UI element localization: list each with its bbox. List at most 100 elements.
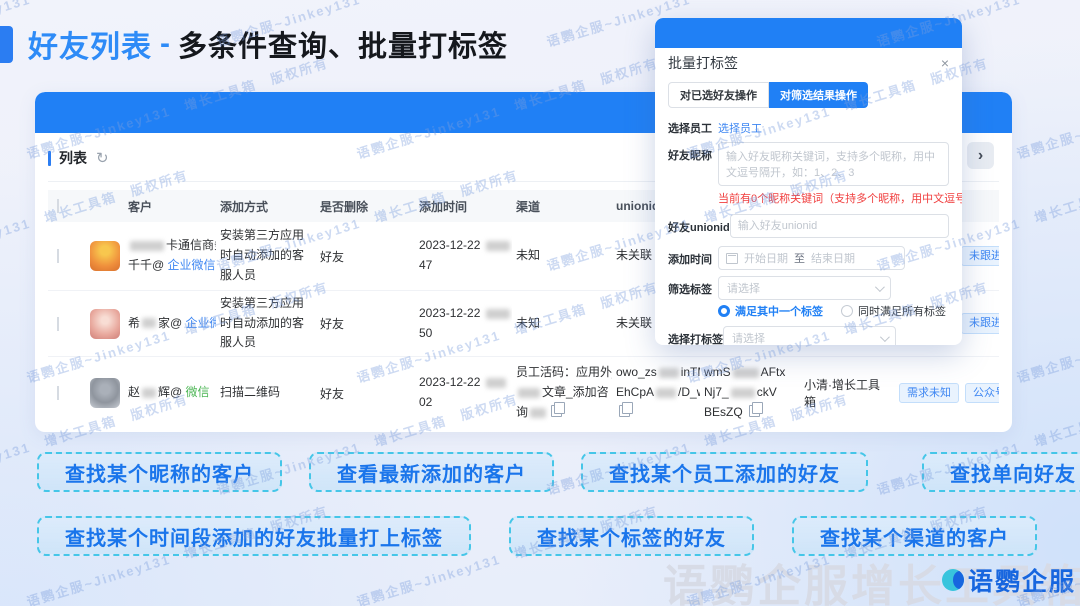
redacted-text — [730, 387, 755, 398]
select-all-checkbox[interactable] — [57, 199, 59, 213]
page-title: 好友列表 - 多条件查询、批量打标签 — [0, 22, 508, 66]
redacted-text — [485, 308, 510, 319]
nickname-input[interactable] — [718, 142, 949, 186]
tag-pill[interactable]: 未跟进 — [961, 313, 999, 334]
external-id-cell: wmS AFtx Nj7_ ckV BEsZQ — [700, 363, 800, 422]
batch-tag-modal: 批量打标签 × 对已选好友操作 对筛选结果操作 选择员工 选择员工 好友昵称 当… — [655, 18, 962, 345]
avatar — [90, 241, 120, 271]
redacted-text — [485, 241, 510, 252]
copy-icon[interactable] — [749, 401, 764, 417]
apply-tag-select[interactable]: 请选择 — [723, 326, 896, 345]
quick-link-button[interactable]: 查找某个标签的好友 — [509, 516, 754, 556]
add-time-cell: 2023-12-22 47 — [415, 236, 512, 276]
unionid-input[interactable] — [729, 214, 949, 239]
customer-cell: 希家@ 企业微信 — [86, 308, 216, 339]
page: 好友列表 - 多条件查询、批量打标签 语鹦企服增长工具箱 语鹦企服 列表 ↻ 客… — [0, 0, 1080, 606]
redacted-text — [142, 318, 157, 329]
date-start-placeholder: 开始日期 — [744, 253, 788, 266]
row-checkbox-cell — [48, 386, 86, 400]
copy-icon[interactable] — [551, 401, 566, 417]
copy-icon[interactable] — [619, 401, 633, 417]
radio-on-icon — [718, 305, 730, 318]
tag-pill[interactable]: 需求未知 — [899, 382, 959, 404]
quick-links-row-1: 查找某个昵称的客户 查看最新添加的客户 查找某个员工添加的好友 查找单向好友 — [37, 452, 1080, 492]
row-checkbox[interactable] — [57, 386, 59, 400]
is-deleted-cell: 好友 — [320, 249, 345, 264]
radio-match-all[interactable]: 同时满足所有标签 — [841, 303, 946, 319]
redacted-text — [130, 241, 164, 252]
quick-link-button[interactable]: 查找某个员工添加的好友 — [581, 452, 868, 492]
tag-pill[interactable]: 未跟进 — [961, 245, 999, 267]
cell-line: 未知 — [516, 315, 541, 330]
select-staff-link[interactable]: 选择员工 — [718, 118, 762, 136]
account-type-link[interactable]: 企业微信 — [168, 258, 216, 272]
add-time-cell: 2023-12-22 02 — [415, 373, 512, 413]
column-header: 添加方式 — [220, 199, 269, 214]
page-title-highlight: 好友列表 — [28, 31, 152, 64]
quick-link-button[interactable]: 查找单向好友 — [922, 452, 1080, 492]
cell-line: 千千@ 企业微信 — [128, 258, 216, 272]
row-checkbox[interactable] — [57, 316, 59, 331]
radio-match-one[interactable]: 满足其中一个标签 — [718, 303, 823, 319]
redacted-text — [656, 387, 677, 398]
avatar — [90, 308, 120, 339]
cell-line: Nj7_ ckV — [704, 385, 777, 400]
cell-line: 02 — [419, 395, 433, 409]
add-time-label: 添加时间 — [668, 254, 712, 267]
tag-pill[interactable]: 公众号 — [965, 382, 999, 404]
section-marker — [48, 150, 51, 166]
cell-line: wmS AFtx — [704, 365, 786, 380]
column-header: 添加时间 — [419, 199, 468, 214]
cell-line: owo_zsinTM — [616, 365, 700, 380]
redacted-text — [732, 368, 759, 379]
date-range-picker[interactable]: 开始日期 至 结束日期 — [718, 246, 905, 271]
quick-link-button[interactable]: 查找某个昵称的客户 — [37, 452, 282, 492]
add-method-cell: 安装第三方应用时自动添加的客服人员 — [220, 295, 305, 350]
nickname-label: 好友昵称 — [668, 150, 712, 162]
cell-line — [616, 401, 696, 423]
modal-tabs: 对已选好友操作 对筛选结果操作 — [668, 82, 949, 108]
title-marker — [0, 25, 13, 63]
cell-line: EhCpA/D_w — [616, 385, 700, 400]
quick-link-button[interactable]: 查看最新添加的客户 — [309, 452, 554, 492]
tab-filter-result[interactable]: 对筛选结果操作 — [769, 82, 868, 108]
list-section-title: 列表 — [59, 150, 87, 166]
add-method-cell: 安装第三方应用时自动添加的客服人员 — [220, 228, 305, 282]
cell-line: 员工活码：应用外_ — [516, 365, 612, 380]
date-end-placeholder: 结束日期 — [811, 253, 855, 266]
cell-line: BEsZQ — [704, 401, 796, 423]
cell-line: 文章_添加咨 — [516, 383, 609, 403]
modal-header-band — [655, 18, 962, 48]
cell-line: 赵辉@ 微信 — [128, 385, 210, 400]
cell-line: 卡通信商务～ — [128, 236, 216, 256]
add-method-cell: 扫描二维码 — [220, 385, 281, 400]
cell-line: 2023-12-22 — [419, 373, 508, 393]
cell-line: 2023-12-22 — [419, 236, 510, 256]
brand-logo: 语鹦企服 — [941, 562, 1076, 598]
cell-line: 47 — [419, 258, 433, 272]
scroll-right-button[interactable]: › — [967, 142, 994, 169]
row-checkbox[interactable] — [57, 249, 59, 263]
chevron-down-icon — [879, 331, 890, 342]
customer-cell: 卡通信商务～ 千千@ 企业微信 — [86, 236, 216, 276]
refresh-icon[interactable]: ↻ — [96, 151, 109, 166]
close-icon[interactable]: × — [941, 56, 949, 70]
tag-match-radios: 满足其中一个标签 同时满足所有标签 — [718, 304, 949, 318]
column-header: 客户 — [128, 199, 153, 214]
is-deleted-cell: 好友 — [320, 386, 345, 401]
add-time-cell: 2023-12-22 50 — [415, 304, 512, 344]
table-row: 赵辉@ 微信 扫描二维码 好友 2023-12-22 02 员工活码：应用外_ 文章_添加… — [48, 357, 999, 429]
quick-link-button[interactable]: 查找某个时间段添加的好友批量打上标签 — [37, 516, 471, 556]
redacted-text — [142, 387, 157, 398]
tab-selected-friends[interactable]: 对已选好友操作 — [668, 82, 769, 108]
filter-tag-select[interactable]: 请选择 — [718, 276, 891, 301]
radio-off-icon — [841, 305, 853, 318]
account-type-link[interactable]: 微信 — [186, 385, 210, 399]
is-deleted-cell: 好友 — [320, 317, 345, 331]
unionid-label: 好友unionid — [668, 222, 730, 235]
redacted-text — [658, 368, 679, 379]
customer-name: 赵辉@ 微信 — [128, 383, 210, 403]
staff-label: 选择员工 — [668, 123, 712, 135]
quick-link-button[interactable]: 查找某个渠道的客户 — [792, 516, 1037, 556]
account-type-link[interactable]: 企业微信 — [186, 316, 216, 330]
